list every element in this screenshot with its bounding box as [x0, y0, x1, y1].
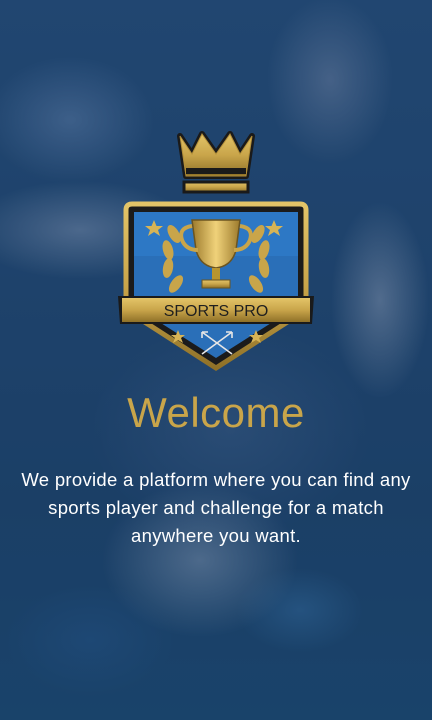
welcome-screen: SPORTS PRO Welcome We provide a platform…	[0, 0, 432, 720]
welcome-description: We provide a platform where you can find…	[21, 469, 411, 546]
logo-text: SPORTS PRO	[164, 303, 269, 320]
sports-pro-logo: SPORTS PRO	[118, 131, 314, 371]
welcome-title: Welcome	[127, 389, 305, 436]
banner: SPORTS PRO	[118, 296, 314, 324]
crown-icon	[177, 131, 255, 194]
